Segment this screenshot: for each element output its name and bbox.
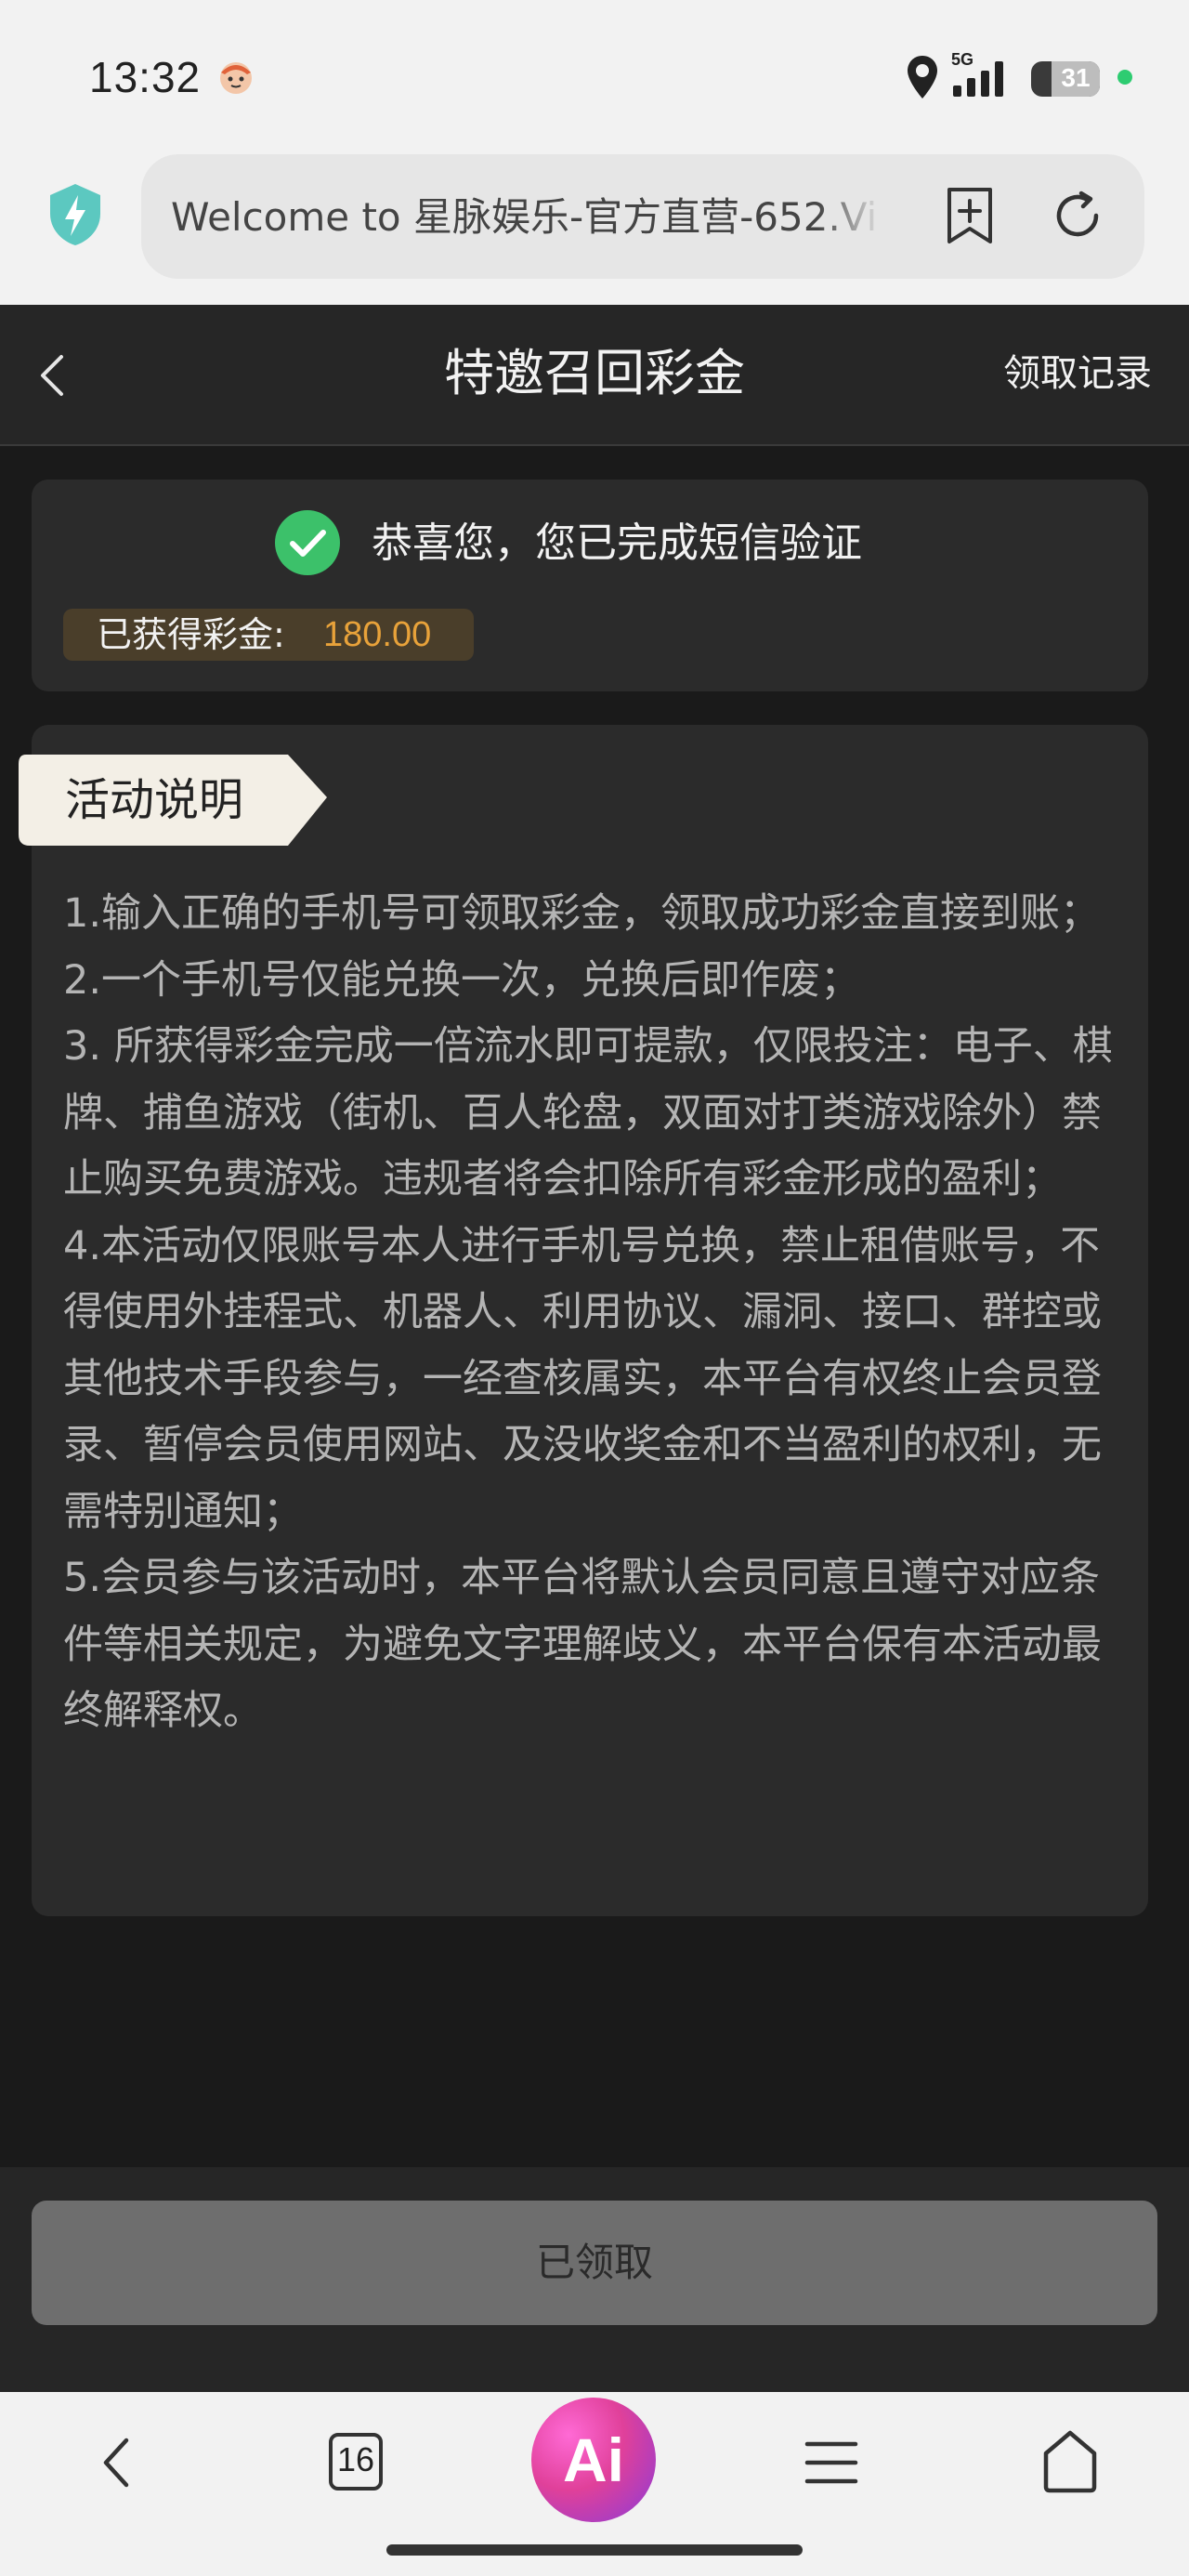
battery-icon: 31 bbox=[1031, 61, 1100, 97]
url-fade bbox=[817, 186, 882, 251]
menu-icon[interactable] bbox=[804, 2438, 858, 2487]
check-circle-icon bbox=[275, 510, 340, 575]
svg-text:5G: 5G bbox=[951, 50, 973, 69]
nav-back-icon[interactable] bbox=[98, 2435, 132, 2491]
success-message: 恭喜您，您已完成短信验证 bbox=[372, 519, 862, 567]
activity-rules: 1.输入正确的手机号可领取彩金，领取成功彩金直接到账； 2.一个手机号仅能兑换一… bbox=[63, 881, 1122, 1745]
rule-item: 5.会员参与该活动时，本平台将默认会员同意且遵守对应条件等相关规定，为避免文字理… bbox=[63, 1555, 1102, 1734]
rule-item: 4.本活动仅限账号本人进行手机号兑换，禁止租借账号，不得使用外挂程式、机器人、利… bbox=[63, 1222, 1102, 1535]
home-icon[interactable] bbox=[1040, 2429, 1100, 2494]
claim-records-link[interactable]: 领取记录 bbox=[1003, 346, 1152, 401]
refresh-icon[interactable] bbox=[1050, 188, 1105, 243]
claimed-button[interactable]: 已领取 bbox=[32, 2201, 1157, 2325]
rule-item: 1.输入正确的手机号可领取彩金，领取成功彩金直接到账； bbox=[63, 890, 1101, 937]
location-icon bbox=[908, 56, 937, 99]
privacy-indicator-dot bbox=[1117, 70, 1132, 85]
back-arrow-icon[interactable] bbox=[33, 349, 71, 401]
page-title: 特邀召回彩金 bbox=[444, 344, 745, 402]
add-bookmark-icon[interactable] bbox=[944, 186, 996, 245]
rule-item: 2.一个手机号仅能兑换一次，兑换后即作废； bbox=[63, 956, 861, 1004]
battery-level: 31 bbox=[1061, 63, 1091, 92]
status-time: 13:32 bbox=[89, 53, 202, 101]
tab-count[interactable]: 16 bbox=[329, 2433, 383, 2491]
home-indicator[interactable] bbox=[386, 2544, 803, 2556]
bonus-amount: 180.00 bbox=[323, 615, 432, 654]
rule-item: 3. 所获得彩金完成一倍流水即可提款，仅限投注：电子、棋牌、捕鱼游戏（街机、百人… bbox=[63, 1023, 1113, 1203]
url-text[interactable]: Welcome to 星脉娱乐-官方直营-652.Vip bbox=[171, 190, 877, 245]
ai-assistant-label[interactable]: Ai bbox=[531, 2398, 656, 2522]
security-shield-icon[interactable] bbox=[46, 182, 104, 247]
notification-avatar-icon bbox=[220, 62, 252, 94]
bonus-label: 已获得彩金: bbox=[97, 614, 285, 655]
description-tag-label: 活动说明 bbox=[65, 774, 244, 826]
cellular-signal-icon: 5G bbox=[951, 50, 1003, 97]
